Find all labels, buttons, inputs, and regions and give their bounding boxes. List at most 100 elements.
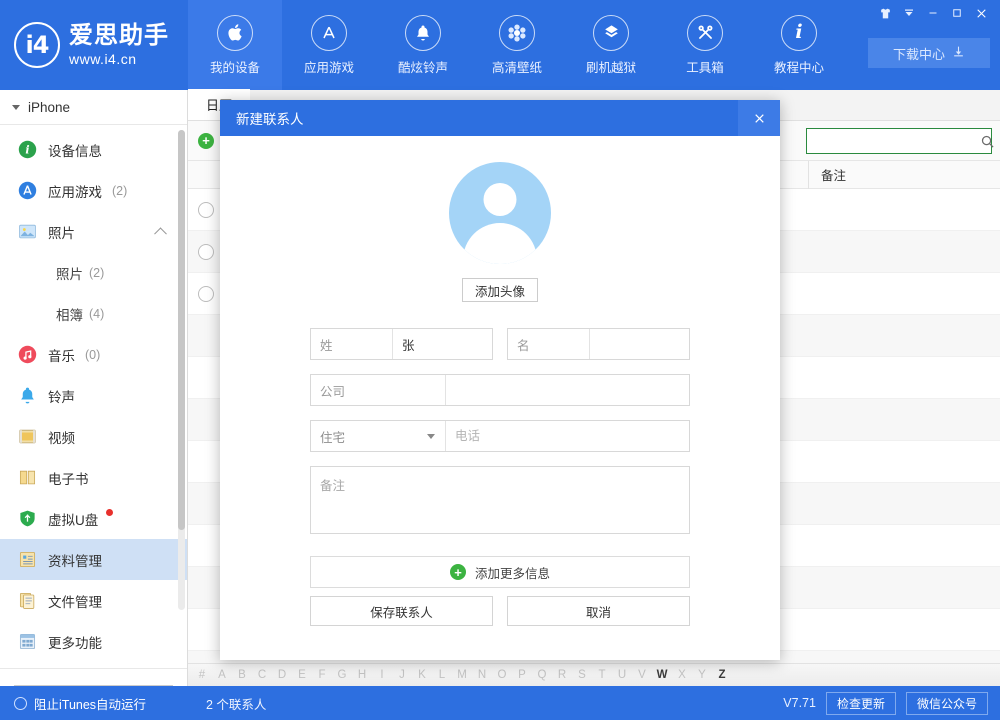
company-input[interactable] [446,375,689,405]
sidebar-item-file-management[interactable]: 文件管理 [0,580,187,621]
file-icon [17,590,38,611]
nav-item-wallpapers[interactable]: 高清壁纸 [470,0,564,90]
nav-item-toolbox[interactable]: 工具箱 [658,0,752,90]
alpha-index-u[interactable]: U [612,669,632,681]
logo-url: www.i4.cn [69,52,169,66]
alpha-index-t[interactable]: T [592,669,612,681]
sidebar-item-more-features[interactable]: 更多功能 [0,621,187,662]
tools-icon [687,15,723,51]
alphabet-index-bar: #ABCDEFGHIJKLMNOPQRSTUVWXYZ [188,663,1000,686]
row-checkbox[interactable] [198,202,214,218]
first-name-input[interactable] [590,329,689,359]
alpha-index-l[interactable]: L [432,669,452,681]
search-box[interactable] [806,128,992,154]
sidebar-item-data-management[interactable]: 资料管理 [0,539,187,580]
photo-icon [17,221,38,242]
search-icon[interactable] [980,134,995,149]
usb-icon [17,508,38,529]
nav-item-my-device[interactable]: 我的设备 [188,0,282,90]
alpha-index-v[interactable]: V [632,669,652,681]
company-field[interactable]: 公司 [310,374,690,406]
alpha-index-k[interactable]: K [412,669,432,681]
sidebar-item-label: 文件管理 [48,591,102,611]
add-avatar-button[interactable]: 添加头像 [462,278,538,302]
ringtone-bell-icon [17,385,38,406]
alpha-index-m[interactable]: M [452,669,472,681]
alpha-index-h[interactable]: H [352,669,372,681]
menu-down-icon[interactable] [898,2,920,24]
alpha-index-q[interactable]: Q [532,669,552,681]
alpha-index-n[interactable]: N [472,669,492,681]
phone-type-select[interactable]: 住宅 [311,421,446,451]
alpha-index-g[interactable]: G [332,669,352,681]
sidebar-scrollbar[interactable] [178,130,185,610]
sidebar-item-ringtones[interactable]: 铃声 [0,375,187,416]
alpha-index-j[interactable]: J [392,669,412,681]
alpha-index-x[interactable]: X [672,669,692,681]
sidebar-item-music[interactable]: 音乐 (0) [0,334,187,375]
minimize-icon[interactable] [922,2,944,24]
row-checkbox[interactable] [198,244,214,260]
alpha-index-z[interactable]: Z [712,669,732,681]
alpha-index-hash[interactable]: # [192,669,212,681]
last-name-input[interactable] [393,329,492,359]
sidebar-item-label: 音乐 [48,345,75,365]
alpha-index-a[interactable]: A [212,669,232,681]
close-icon[interactable] [970,2,992,24]
sidebar-item-virtual-usb[interactable]: 虚拟U盘 [0,498,187,539]
nav-item-flash-jailbreak[interactable]: 刷机越狱 [564,0,658,90]
sidebar-item-label: 虚拟U盘 [48,509,98,529]
alpha-index-o[interactable]: O [492,669,512,681]
add-more-info-button[interactable]: + 添加更多信息 [310,556,690,588]
sidebar-subitem-photos[interactable]: 照片 (2) [0,252,187,293]
nav-item-apps-games[interactable]: 应用游戏 [282,0,376,90]
download-center-button[interactable]: 下载中心 [868,38,990,68]
save-contact-button[interactable]: 保存联系人 [310,596,493,626]
maximize-icon[interactable] [946,2,968,24]
sidebar-item-device-info[interactable]: i 设备信息 [0,129,187,170]
sidebar-item-label: 设备信息 [48,140,102,160]
memo-textarea[interactable] [310,466,690,534]
alpha-index-s[interactable]: S [572,669,592,681]
close-icon[interactable] [738,100,780,136]
cancel-button[interactable]: 取消 [507,596,690,626]
wechat-button[interactable]: 微信公众号 [906,692,988,715]
sidebar-item-count: (2) [112,184,127,198]
sidebar-item-label: 资料管理 [48,550,102,570]
alpha-index-r[interactable]: R [552,669,572,681]
first-name-field[interactable]: 名 [507,328,690,360]
add-contact-button[interactable]: + [198,133,220,149]
alpha-index-b[interactable]: B [232,669,252,681]
sidebar-item-label: 照片 [48,222,75,242]
sidebar-subitem-albums[interactable]: 相簿 (4) [0,293,187,334]
sidebar-item-apps-games[interactable]: 应用游戏 (2) [0,170,187,211]
nav-label: 教程中心 [774,57,824,76]
sidebar-scrollbar-thumb[interactable] [178,130,185,530]
sidebar-item-ebooks[interactable]: 电子书 [0,457,187,498]
sidebar-item-photos[interactable]: 照片 [0,211,187,252]
app-logo: i4 爱思助手 www.i4.cn [0,0,188,90]
alpha-index-p[interactable]: P [512,669,532,681]
check-update-button[interactable]: 检查更新 [826,692,896,715]
row-checkbox[interactable] [198,286,214,302]
phone-input[interactable] [446,421,689,451]
last-name-field[interactable]: 姓 [310,328,493,360]
alpha-index-c[interactable]: C [252,669,272,681]
sidebar-item-video[interactable]: 视频 [0,416,187,457]
alpha-index-f[interactable]: F [312,669,332,681]
search-input[interactable] [807,129,980,153]
phone-field[interactable]: 住宅 [310,420,690,452]
flower-icon [499,15,535,51]
nav-item-ringtones[interactable]: 酷炫铃声 [376,0,470,90]
nav-item-tutorials[interactable]: i 教程中心 [752,0,846,90]
alpha-index-y[interactable]: Y [692,669,712,681]
alpha-index-e[interactable]: E [292,669,312,681]
alpha-index-w[interactable]: W [652,669,672,681]
device-header[interactable]: iPhone [0,90,187,125]
skin-icon[interactable] [874,2,896,24]
alpha-index-i[interactable]: I [372,669,392,681]
itunes-block-toggle[interactable]: 阻止iTunes自动运行 [0,694,188,713]
chevron-up-icon[interactable] [154,227,167,240]
alpha-index-d[interactable]: D [272,669,292,681]
sidebar-divider [0,668,187,669]
